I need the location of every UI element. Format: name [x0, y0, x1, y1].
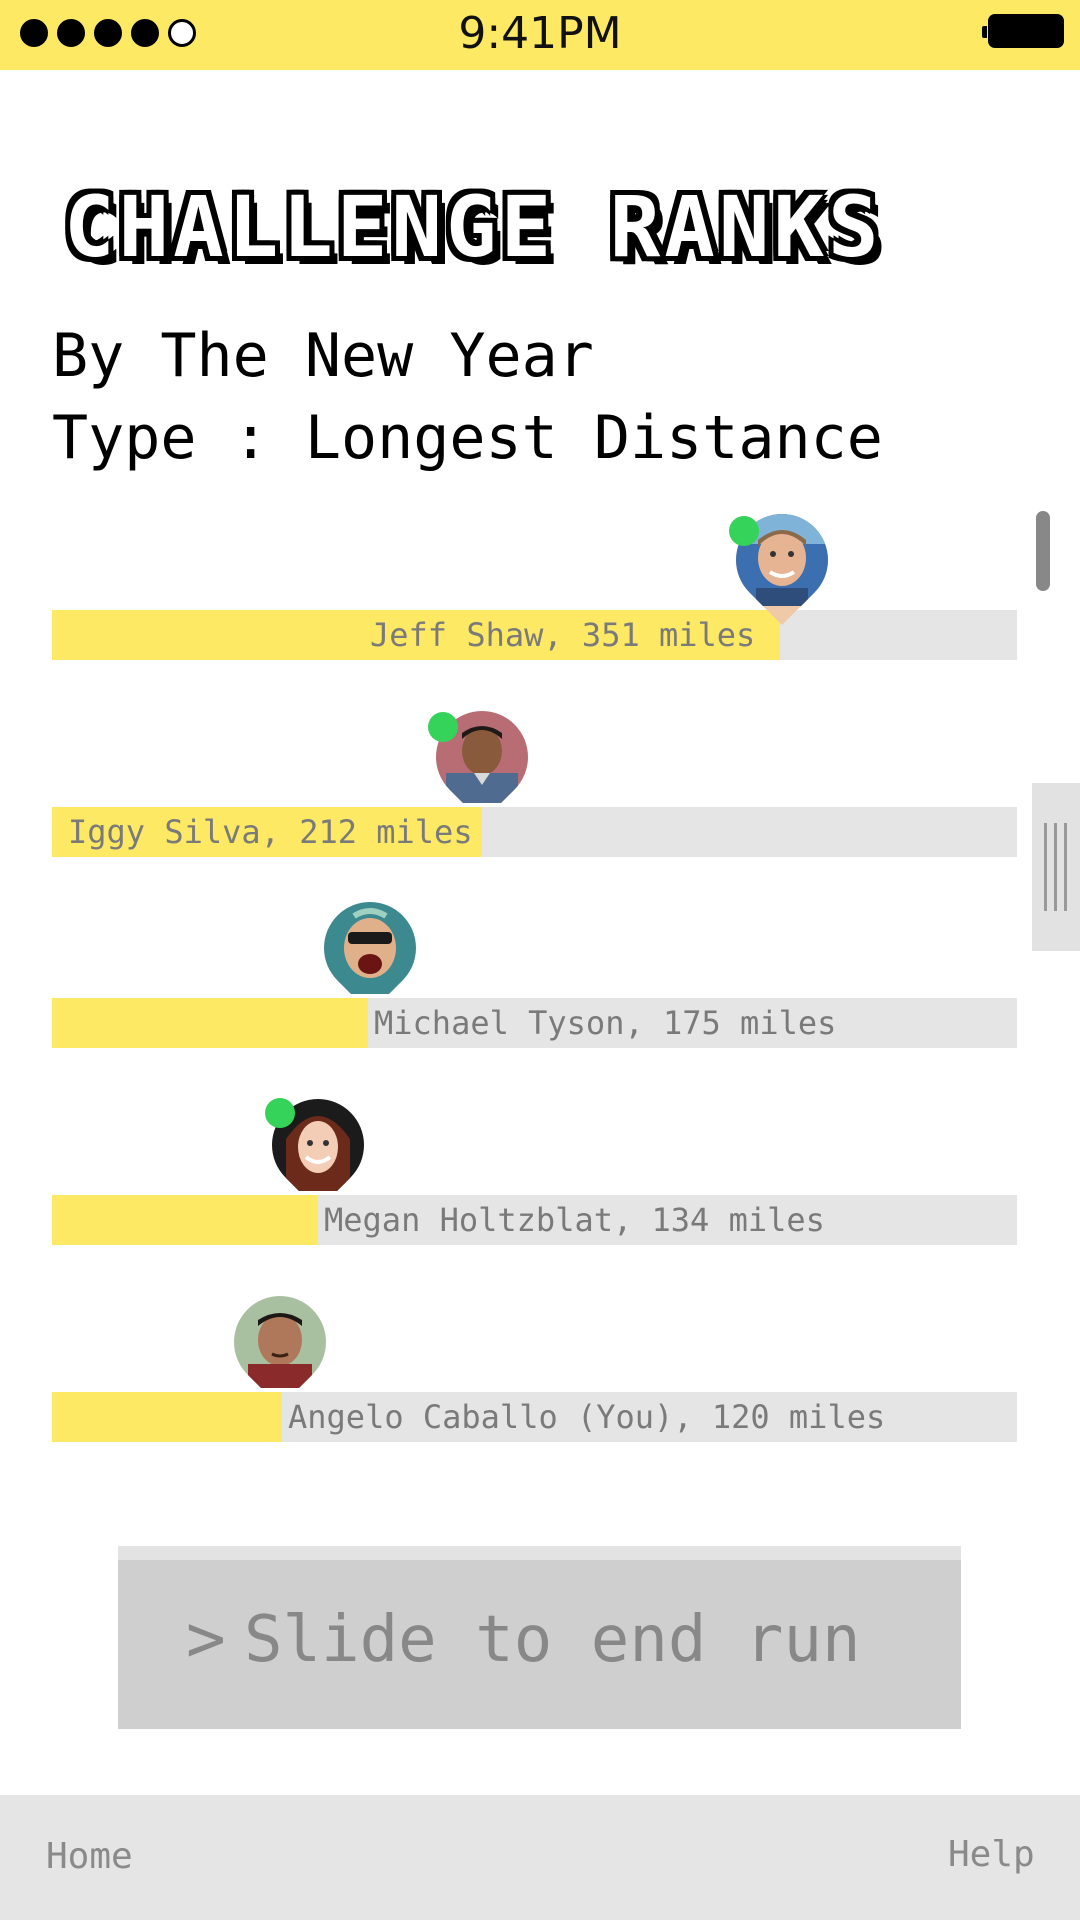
page-title: CHALLENGE RANKS: [64, 178, 883, 276]
challenge-name: By The New Year: [52, 321, 594, 391]
rank-row-angelo-caballo[interactable]: Angelo Caballo (You), 120 miles: [52, 1392, 1017, 1442]
side-drawer-handle[interactable]: [1032, 783, 1080, 951]
rank-label: Michael Tyson, 175 miles: [374, 1004, 837, 1042]
progress-fill: [52, 1195, 318, 1245]
rank-row-megan-holtzblat[interactable]: Megan Holtzblat, 134 miles: [52, 1195, 1017, 1245]
rank-row-jeff-shaw[interactable]: Jeff Shaw, 351 miles: [52, 610, 1017, 660]
slide-to-end-run-control[interactable]: > Slide to end run: [118, 1546, 961, 1729]
avatar-michael-tyson-icon[interactable]: [305, 883, 435, 1013]
challenge-type: Type : Longest Distance: [52, 403, 883, 473]
online-status-dot: [428, 712, 458, 742]
chevron-right-icon[interactable]: >: [186, 1606, 226, 1672]
nav-home-link[interactable]: Home: [46, 1836, 133, 1877]
progress-fill: [52, 998, 368, 1048]
rank-label: Jeff Shaw, 351 miles: [370, 616, 756, 654]
nav-help-link[interactable]: Help: [948, 1834, 1035, 1875]
online-status-dot: [729, 516, 759, 546]
avatar-jeff-shaw-icon[interactable]: [716, 494, 848, 626]
rank-label: Megan Holtzblat, 134 miles: [324, 1201, 825, 1239]
status-time: 9:41PM: [458, 8, 622, 59]
rank-label: Angelo Caballo (You), 120 miles: [288, 1398, 886, 1436]
battery-icon: [982, 14, 1064, 48]
slide-label: Slide to end run: [244, 1603, 861, 1677]
online-status-dot: [265, 1098, 295, 1128]
rank-row-michael-tyson[interactable]: Michael Tyson, 175 miles: [52, 998, 1017, 1048]
avatar-iggy-silva-icon[interactable]: [417, 692, 547, 822]
progress-fill: [52, 1392, 282, 1442]
bottom-nav: Home Help: [0, 1795, 1080, 1920]
rank-label: Iggy Silva, 212 miles: [68, 813, 473, 851]
rank-row-iggy-silva[interactable]: Iggy Silva, 212 miles: [52, 807, 1017, 857]
scrollbar-thumb[interactable]: [1036, 511, 1050, 591]
avatar-angelo-caballo-icon[interactable]: [215, 1277, 345, 1407]
status-bar: 9:41PM: [0, 0, 1080, 70]
